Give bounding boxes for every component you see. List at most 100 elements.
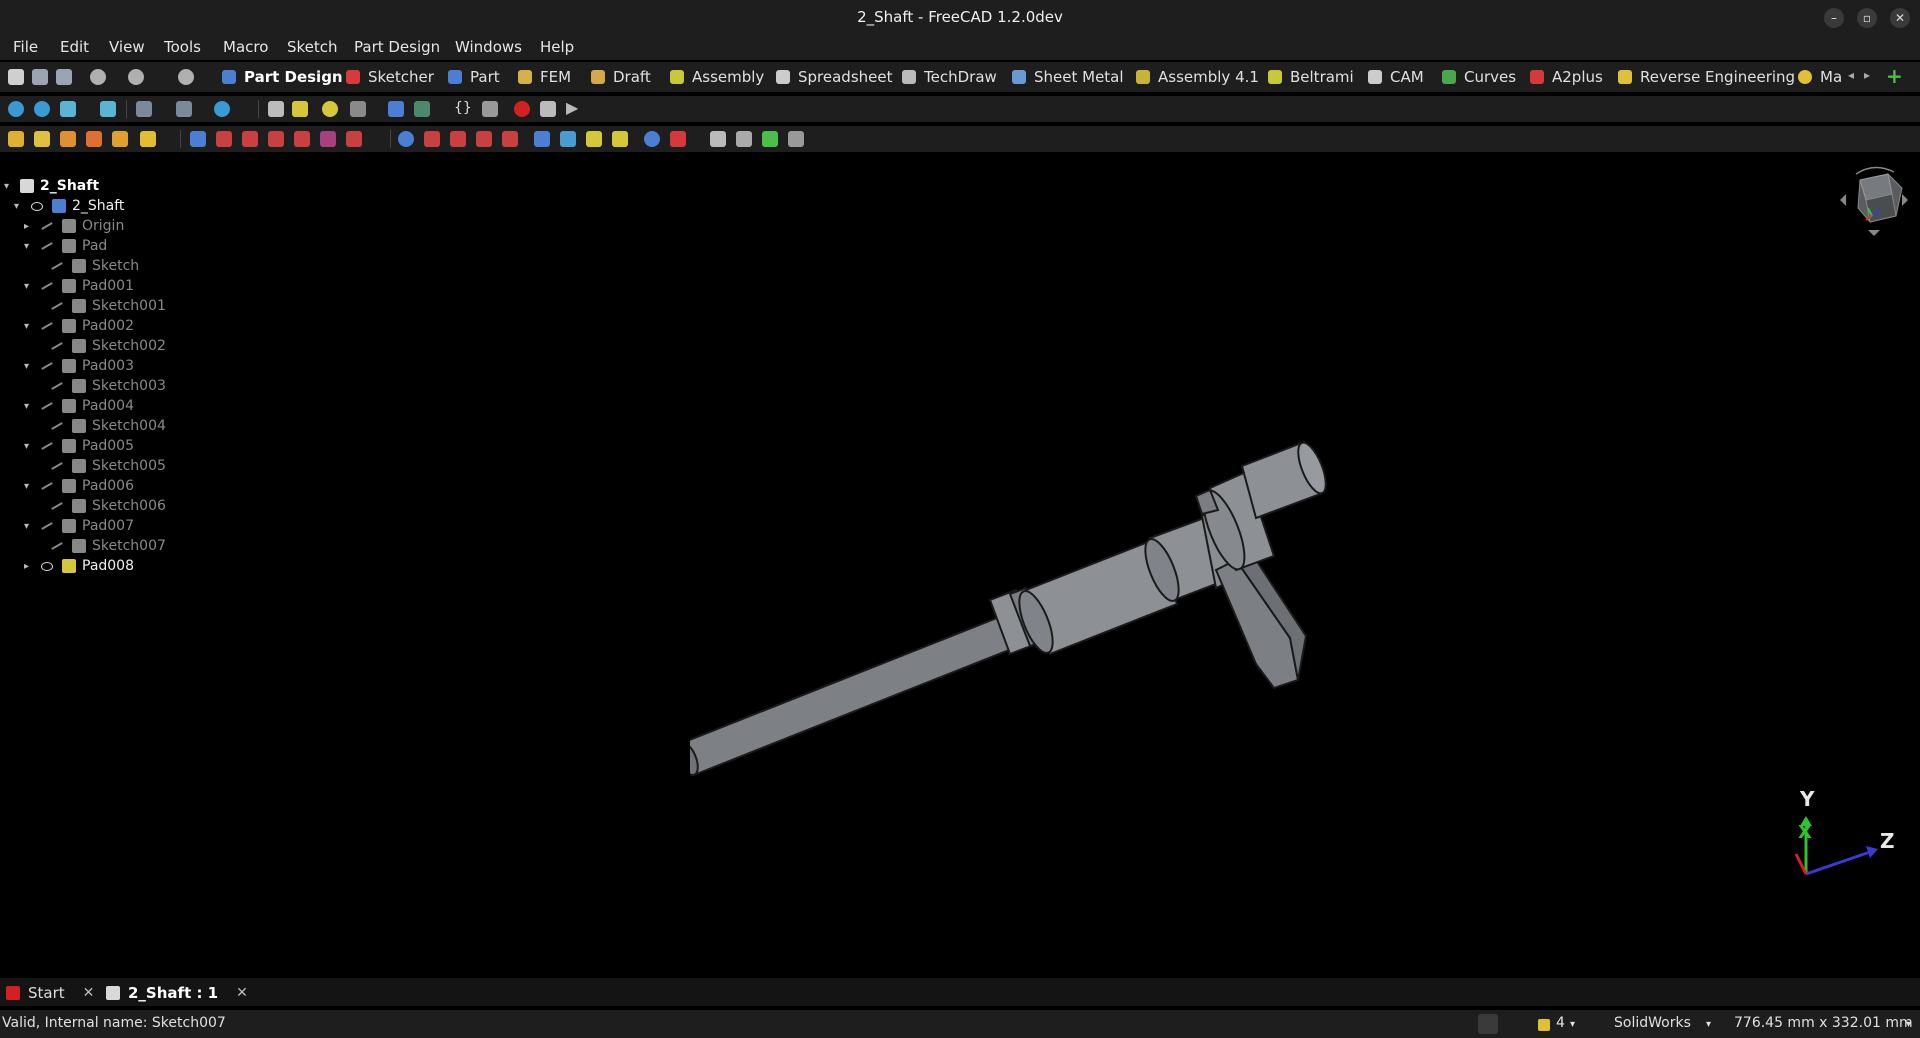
tree-item[interactable]: Sketch xyxy=(34,257,139,275)
tree-item[interactable]: Sketch005 xyxy=(34,457,166,475)
menu-part-design[interactable]: Part Design xyxy=(354,38,440,56)
chevron-right-icon[interactable]: ▸ xyxy=(24,221,34,232)
expression-icon[interactable]: {} xyxy=(454,100,472,116)
new-file-icon[interactable] xyxy=(8,69,24,85)
tree-item[interactable]: Sketch007 xyxy=(34,537,166,555)
chevron-down-icon[interactable]: ▾ xyxy=(1570,1019,1575,1030)
visibility-hidden-icon[interactable] xyxy=(40,481,54,491)
tree-item[interactable]: Sketch004 xyxy=(34,417,166,435)
close-tab-icon[interactable]: ✕ xyxy=(83,985,95,1001)
visibility-hidden-icon[interactable] xyxy=(50,461,64,471)
lock-icon[interactable] xyxy=(292,101,308,117)
menu-windows[interactable]: Windows xyxy=(455,38,522,56)
shape-binder-icon[interactable] xyxy=(644,131,660,147)
redo-icon[interactable] xyxy=(128,69,144,85)
notification-count[interactable]: 4 xyxy=(1556,1015,1565,1031)
tree-item[interactable]: ▾ Pad005 xyxy=(24,437,134,455)
measure-icon[interactable] xyxy=(268,101,284,117)
tree-root[interactable]: ▾ 2_Shaft xyxy=(4,177,99,195)
tree-item[interactable]: Sketch001 xyxy=(34,297,166,315)
multitransform-icon[interactable] xyxy=(476,131,492,147)
menu-file[interactable]: File xyxy=(13,38,38,56)
pad-icon[interactable] xyxy=(8,131,24,147)
python-console-icon[interactable] xyxy=(1478,1014,1498,1034)
chevron-down-icon[interactable]: ▾ xyxy=(14,201,24,212)
workbench-a2plus[interactable]: A2plus xyxy=(1530,65,1603,89)
chevron-down-icon[interactable]: ▾ xyxy=(24,481,34,492)
scroll-right-icon[interactable]: ▸ xyxy=(1864,68,1870,82)
revolution-icon[interactable] xyxy=(34,131,50,147)
loft-icon[interactable] xyxy=(60,131,76,147)
boolean-icon[interactable] xyxy=(612,131,628,147)
chamfer-icon[interactable] xyxy=(534,131,550,147)
open-file-icon[interactable] xyxy=(32,69,48,85)
menu-sketch[interactable]: Sketch xyxy=(287,38,338,56)
tree-item[interactable]: ▾ Pad004 xyxy=(24,397,134,415)
workbench-beltrami[interactable]: Beltrami xyxy=(1268,65,1354,89)
make-link-icon[interactable] xyxy=(414,101,430,117)
mirrored-icon[interactable] xyxy=(398,131,414,147)
chevron-down-icon[interactable]: ▾ xyxy=(24,321,34,332)
menu-help[interactable]: Help xyxy=(540,38,574,56)
macro-run-icon[interactable]: ▶ xyxy=(566,98,578,117)
tab-2-shaft[interactable]: 2_Shaft : 1 ✕ xyxy=(106,982,248,1004)
chevron-down-icon[interactable]: ▾ xyxy=(1906,1019,1911,1030)
sprocket-icon[interactable] xyxy=(762,131,778,147)
polar-pattern-icon[interactable] xyxy=(450,131,466,147)
subtractive-pipe-icon[interactable] xyxy=(294,131,310,147)
visibility-hidden-icon[interactable] xyxy=(40,321,54,331)
visibility-hidden-icon[interactable] xyxy=(50,421,64,431)
navigation-cube[interactable] xyxy=(1836,160,1912,240)
menu-view[interactable]: View xyxy=(109,38,145,56)
bounding-box-icon[interactable] xyxy=(176,101,192,117)
visibility-eye-icon[interactable] xyxy=(30,201,44,211)
draw-style-icon[interactable] xyxy=(136,101,152,117)
workbench-sheet-metal[interactable]: Sheet Metal xyxy=(1012,65,1124,89)
tree-item[interactable]: ▸ Pad008 xyxy=(24,557,134,575)
macro-record-icon[interactable] xyxy=(514,101,530,117)
workbench-ma[interactable]: Ma xyxy=(1798,65,1842,89)
chevron-down-icon[interactable]: ▾ xyxy=(24,521,34,532)
linear-pattern-icon[interactable] xyxy=(424,131,440,147)
fit-all-icon[interactable] xyxy=(8,101,24,117)
sketch-tools-icon[interactable] xyxy=(670,131,686,147)
menu-tools[interactable]: Tools xyxy=(164,38,201,56)
shaft-3d-model[interactable] xyxy=(690,440,1340,790)
navigation-style[interactable]: SolidWorks xyxy=(1614,1015,1691,1031)
chevron-down-icon[interactable]: ▾ xyxy=(24,361,34,372)
tree-item[interactable]: Sketch006 xyxy=(34,497,166,515)
pocket-icon[interactable] xyxy=(190,131,206,147)
tree-item[interactable]: ▾ Pad007 xyxy=(24,517,134,535)
tab-start[interactable]: Start ✕ xyxy=(6,982,94,1004)
scroll-left-icon[interactable]: ◂ xyxy=(1848,68,1854,82)
visibility-hidden-icon[interactable] xyxy=(50,541,64,551)
close-tab-icon[interactable]: ✕ xyxy=(236,985,248,1001)
datum-icon[interactable] xyxy=(710,131,726,147)
workbench-reverse-engineering[interactable]: Reverse Engineering xyxy=(1618,65,1795,89)
workbench-assembly[interactable]: Assembly xyxy=(670,65,764,89)
chevron-down-icon[interactable]: ▾ xyxy=(24,241,34,252)
link-icon[interactable] xyxy=(350,101,366,117)
visibility-hidden-icon[interactable] xyxy=(40,521,54,531)
subtractive-helix-icon[interactable] xyxy=(320,131,336,147)
view-axo-icon[interactable] xyxy=(100,101,116,117)
maximize-button[interactable]: ▫ xyxy=(1857,8,1877,28)
tree-item[interactable]: ▾ Pad xyxy=(24,237,107,255)
subtractive-primitive-icon[interactable] xyxy=(346,131,362,147)
chevron-down-icon[interactable]: ▾ xyxy=(24,281,34,292)
fit-selection-icon[interactable] xyxy=(34,101,50,117)
workbench-spreadsheet[interactable]: Spreadsheet xyxy=(776,65,892,89)
visibility-hidden-icon[interactable] xyxy=(40,441,54,451)
visibility-hidden-icon[interactable] xyxy=(40,221,54,231)
menu-edit[interactable]: Edit xyxy=(60,38,89,56)
visibility-hidden-icon[interactable] xyxy=(50,261,64,271)
minimize-button[interactable]: – xyxy=(1824,8,1844,28)
visibility-hidden-icon[interactable] xyxy=(40,361,54,371)
workbench-fem[interactable]: FEM xyxy=(518,65,571,89)
thickness-icon[interactable] xyxy=(586,131,602,147)
workbench-techdraw[interactable]: TechDraw xyxy=(902,65,997,89)
visibility-hidden-icon[interactable] xyxy=(40,281,54,291)
tree-item[interactable]: ▾ Pad002 xyxy=(24,317,134,335)
draft-feature-icon[interactable] xyxy=(560,131,576,147)
workbench-sketcher[interactable]: Sketcher xyxy=(346,65,434,89)
